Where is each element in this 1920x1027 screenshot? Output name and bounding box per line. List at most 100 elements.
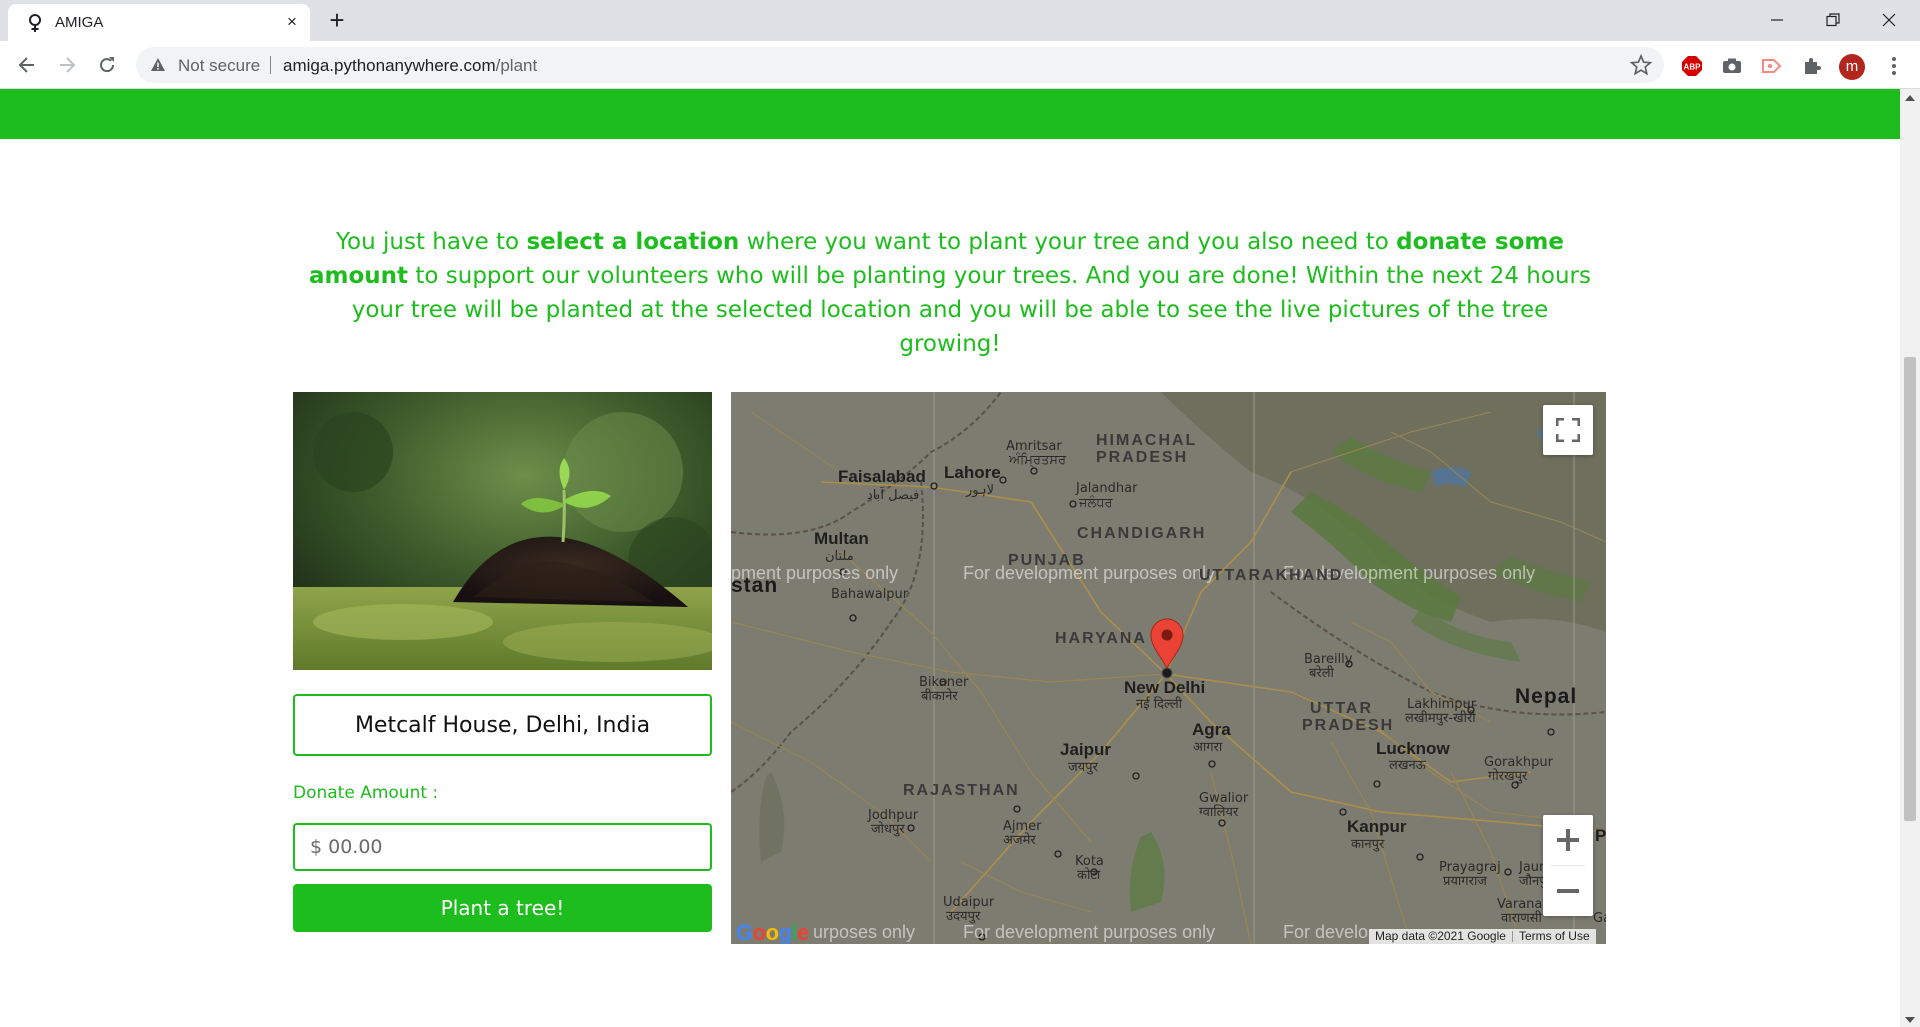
map-label-jalandhar: Jalandhar (1075, 481, 1138, 496)
browser-toolbar: Not secure amiga.pythonanywhere.com/plan… (0, 41, 1920, 89)
new-tab-button[interactable]: + (322, 6, 352, 36)
camera-icon[interactable] (1720, 54, 1744, 78)
intro-text-3: to support our volunteers who will be pl… (351, 263, 1591, 357)
map-label-lakhimpur: Lakhimpur (1407, 697, 1477, 712)
map-label-new-delhi: New Delhi (1124, 678, 1205, 697)
terms-of-use-link[interactable]: Terms of Use (1519, 929, 1590, 943)
map-label-amritsar: Amritsar (1006, 439, 1062, 454)
map-label-udaipur: Udaipur (943, 895, 995, 910)
map-label-multan-ur: ملتان (825, 549, 854, 564)
map-label-lakhimpur-hi: लखीमपुर-खीरी (1405, 710, 1476, 726)
map-label-uttar-pradesh: PRADESH (1302, 717, 1394, 734)
map-label-agra-hi: आगरा (1193, 740, 1223, 755)
forward-button[interactable] (53, 51, 81, 79)
url-text[interactable]: amiga.pythonanywhere.com/plant (283, 56, 537, 76)
screencast-icon[interactable] (1760, 54, 1784, 78)
map-label-jalandhar-pa: ਜਲੰਧਰ (1078, 495, 1113, 511)
scrollbar-thumb[interactable] (1904, 357, 1916, 821)
map-label-jaipur-hi: जयपुर (1068, 760, 1099, 775)
page-scrollbar[interactable] (1900, 89, 1920, 1027)
intro-text-1: You just have to (336, 229, 527, 255)
map-label-rajasthan: RAJASTHAN (903, 782, 1020, 799)
close-tab-icon[interactable]: × (280, 10, 304, 34)
map-label-nepal: Nepal (1515, 685, 1577, 708)
map-label-jodhpur-hi: जोधपुर (871, 821, 905, 837)
browser-menu-icon[interactable] (1884, 54, 1904, 78)
map-label-agra: Agra (1192, 720, 1231, 739)
map-label-lahore: Lahore (944, 463, 1001, 482)
restore-window-button[interactable] (1810, 0, 1856, 40)
map-label-kota: Kota (1075, 854, 1104, 869)
map-label-jodhpur: Jodhpur (867, 808, 919, 823)
map-label-gwalior: Gwalior (1199, 791, 1249, 806)
profile-avatar[interactable]: m (1839, 54, 1865, 80)
map-label-bareilly: Bareilly (1304, 652, 1353, 667)
dev-watermark-bottom-left: urposes only (813, 922, 915, 942)
map-attribution: Map data ©2021 Google Terms of Use (1369, 929, 1596, 944)
zoom-in-button[interactable] (1543, 815, 1593, 865)
address-bar[interactable]: Not secure amiga.pythonanywhere.com/plan… (136, 47, 1664, 83)
map-label-ajmer-hi: अजमेर (1003, 832, 1036, 848)
reload-button[interactable] (93, 51, 121, 79)
map-label-prayagraj: Prayagraj (1439, 860, 1501, 875)
minus-icon (1557, 889, 1579, 893)
map-label-chandigarh: CHANDIGARH (1077, 525, 1206, 542)
map-label-bikaner: Bikaner (919, 675, 969, 690)
reload-icon (100, 57, 115, 73)
fullscreen-icon (1556, 418, 1580, 442)
tab-title: AMIGA (55, 14, 104, 31)
map-tiles[interactable]: pment purposes only For development purp… (731, 392, 1606, 944)
map-label-varanasi-hi: वाराणसी (1501, 910, 1542, 926)
intro-text: You just have to select a location where… (300, 225, 1600, 361)
security-status[interactable]: Not secure (178, 56, 260, 76)
map-label-new-delhi-hi: नई दिल्ली (1136, 696, 1183, 712)
dev-watermark-mid: For development purposes only (963, 563, 1215, 583)
warning-icon (151, 58, 165, 71)
map-label-uttarakhand: UTTARAKHAND (1199, 567, 1343, 584)
zoom-out-button[interactable] (1543, 866, 1593, 916)
plant-tree-button[interactable]: Plant a tree! (293, 884, 712, 932)
map-label-haryana: HARYANA (1055, 630, 1147, 647)
close-window-button[interactable] (1866, 0, 1912, 40)
map-label-punjab: PUNJAB (1008, 552, 1086, 569)
map-label-faisalabad-ur: فیصل آباد (867, 486, 919, 503)
url-path: /plant (495, 56, 538, 75)
map-zoom-controls (1543, 815, 1593, 916)
map-label-gorakhpur-hi: गोरखपुर (1488, 768, 1528, 784)
female-symbol-favicon-icon (29, 14, 41, 32)
bookmark-star-icon[interactable] (1630, 54, 1652, 76)
back-button[interactable] (13, 51, 41, 79)
map-label-kanpur: Kanpur (1347, 817, 1407, 836)
map-label-udaipur-hi: उदयपुर (946, 909, 981, 924)
svg-text:ABP: ABP (1684, 63, 1702, 72)
header-bar (0, 89, 1900, 139)
map-fullscreen-button[interactable] (1543, 405, 1593, 455)
intro-bold-select-location: select a location (526, 229, 740, 255)
donate-amount-input[interactable] (293, 823, 712, 871)
scroll-up-arrow-icon[interactable] (1905, 95, 1915, 101)
map-label-kota-hi: कोटा (1077, 867, 1101, 883)
map-label-ajmer: Ajmer (1003, 819, 1042, 834)
adblock-plus-icon[interactable]: ABP (1680, 54, 1704, 78)
map-label-bareilly-hi: बरेली (1309, 665, 1335, 681)
plus-icon (1557, 829, 1579, 851)
close-icon (1882, 13, 1896, 27)
location-map[interactable]: pment purposes only For development purp… (731, 392, 1606, 944)
arrow-left-icon (18, 57, 34, 73)
map-label-amritsar-pa: ਅੰਮ੍ਰਿਤਸਰ (1008, 452, 1067, 469)
map-label-multan: Multan (814, 529, 869, 548)
selected-location-display: Metcalf House, Delhi, India (293, 694, 712, 756)
map-label-prayagraj-hi: प्रयागराज (1443, 874, 1487, 889)
browser-tabstrip: AMIGA × + (0, 0, 1920, 41)
map-label-bikaner-hi: बीकानेर (921, 688, 958, 704)
map-label-uttar: UTTAR (1310, 700, 1373, 717)
scroll-down-arrow-icon[interactable] (1905, 1017, 1915, 1023)
puzzle-extensions-icon[interactable] (1800, 54, 1824, 78)
map-label-gorakhpur: Gorakhpur (1484, 755, 1554, 770)
page-viewport: You just have to select a location where… (0, 89, 1900, 1027)
minimize-window-button[interactable] (1754, 0, 1800, 40)
seedling-image (293, 392, 712, 670)
browser-tab[interactable]: AMIGA × (8, 4, 310, 41)
map-label-jaipur: Jaipur (1060, 740, 1111, 759)
google-logo[interactable]: Google (736, 920, 809, 944)
